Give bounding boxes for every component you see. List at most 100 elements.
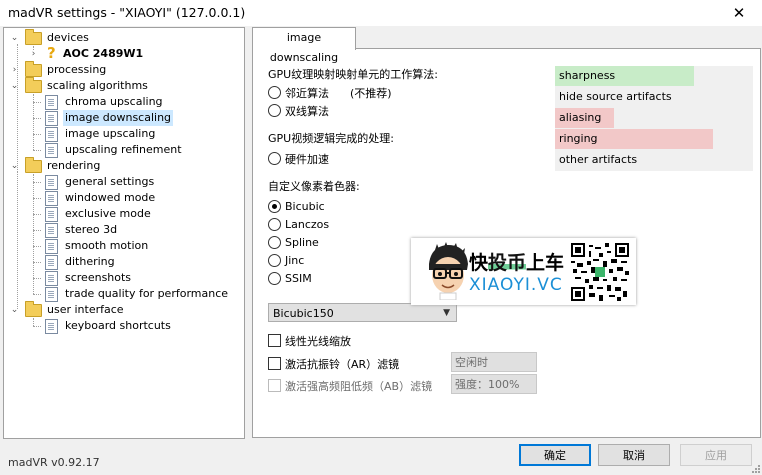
resize-grip-icon[interactable] [750, 463, 760, 473]
tree-label: exclusive mode [65, 207, 151, 220]
tree-item-windowed-mode[interactable]: windowed mode [4, 190, 240, 206]
tree-item-trade-quality[interactable]: trade quality for performance [4, 286, 240, 302]
tree-item-image-downscaling[interactable]: image downscaling [4, 110, 240, 126]
tree-item-upscaling-refinement[interactable]: upscaling refinement [4, 142, 240, 158]
jinc-radio[interactable] [268, 254, 281, 267]
tree-label: stereo 3d [65, 223, 118, 236]
tree-item-image-upscaling[interactable]: image upscaling [4, 126, 240, 142]
tree-label: windowed mode [65, 191, 156, 204]
tree-item-rendering[interactable]: ⌄ rendering [4, 157, 240, 174]
chevron-down-icon[interactable]: ⌄ [10, 158, 19, 174]
artifact-row-aliasing: aliasing [555, 108, 753, 128]
tree-label: general settings [65, 175, 155, 188]
qr-code-icon [571, 243, 629, 301]
page-icon [45, 111, 58, 126]
lanczos-radio[interactable] [268, 218, 281, 231]
shader-variant-select[interactable]: Bicubic150 ▼ [268, 303, 457, 322]
page-icon [45, 95, 58, 110]
bilinear-radio[interactable] [268, 104, 281, 117]
artifact-row-ringing: ringing [555, 129, 753, 149]
chevron-right-icon[interactable]: › [10, 62, 19, 78]
tree-label: rendering [47, 159, 101, 172]
tree-label: upscaling refinement [65, 143, 182, 156]
gpu-video-heading: GPU视频逻辑完成的处理: [268, 132, 394, 145]
shader-label-ssim[interactable]: SSIM [285, 272, 312, 285]
nearest-radio[interactable] [268, 86, 281, 99]
artifact-label: sharpness [559, 69, 616, 82]
hardware-accel-radio[interactable] [268, 152, 281, 165]
anti-bloating-strength-field[interactable]: 强度：100% [451, 374, 537, 394]
settings-tree[interactable]: ⌄ devices › ? AOC 2489W1 › processing ⌄ … [3, 27, 245, 439]
tree-label: scaling algorithms [47, 79, 148, 92]
tree-item-stereo-3d[interactable]: stereo 3d [4, 222, 240, 238]
artifacts-indicator: sharpness hide source artifacts aliasing… [555, 66, 753, 171]
apply-button[interactable]: 应用 [680, 444, 752, 466]
close-icon[interactable]: ✕ [716, 0, 762, 26]
cancel-button[interactable]: 取消 [598, 444, 670, 466]
hardware-accel-label[interactable]: 硬件加速 [285, 151, 329, 167]
chevron-down-icon: ▼ [443, 308, 450, 318]
chevron-right-icon[interactable]: › [29, 46, 38, 62]
artifact-row-sharpness: sharpness [555, 66, 753, 86]
anti-ringing-checkbox[interactable] [268, 357, 281, 370]
tree-label: AOC 2489W1 [63, 47, 144, 60]
tree-item-processing[interactable]: › processing [4, 61, 240, 78]
tree-item-chroma-upscaling[interactable]: chroma upscaling [4, 94, 240, 110]
watermark-logo: 快投币上车 XIAOYI.VC [411, 238, 636, 305]
tree-item-dithering[interactable]: dithering [4, 254, 240, 270]
chevron-down-icon[interactable]: ⌄ [10, 30, 19, 46]
ok-button[interactable]: 确定 [519, 444, 591, 466]
tree-label: smooth motion [65, 239, 149, 252]
spline-radio[interactable] [268, 236, 281, 249]
title-bar: madVR settings - "XIAOYI" (127.0.0.1) ✕ [0, 0, 762, 26]
artifact-label: other artifacts [559, 153, 638, 166]
version-label: madVR v0.92.17 [8, 456, 100, 469]
linear-light-checkbox[interactable] [268, 334, 281, 347]
custom-shader-heading: 自定义像素着色器: [268, 180, 360, 193]
ssim-radio[interactable] [268, 272, 281, 285]
nearest-label[interactable]: 邻近算法 [285, 85, 329, 101]
folder-icon [25, 77, 42, 93]
tree-item-scaling-algorithms[interactable]: ⌄ scaling algorithms [4, 77, 240, 94]
page-icon [45, 239, 58, 254]
tree-item-aoc-monitor[interactable]: › ? AOC 2489W1 [4, 45, 240, 62]
tree-item-user-interface[interactable]: ⌄ user interface [4, 301, 240, 318]
page-icon [45, 127, 58, 142]
anti-ringing-mode-field[interactable]: 空闲时 [451, 352, 537, 372]
page-icon [45, 319, 58, 334]
tree-label: trade quality for performance [65, 287, 229, 300]
shader-label-lanczos[interactable]: Lanczos [285, 218, 329, 231]
folder-icon [25, 61, 42, 77]
chevron-down-icon[interactable]: ⌄ [10, 78, 19, 94]
tree-label: processing [47, 63, 107, 76]
shader-variant-value: Bicubic150 [273, 307, 334, 320]
folder-icon [25, 157, 42, 173]
tree-item-keyboard-shortcuts[interactable]: keyboard shortcuts [4, 318, 240, 334]
tree-item-smooth-motion[interactable]: smooth motion [4, 238, 240, 254]
artifact-row-other: other artifacts [555, 150, 753, 170]
anti-ringing-label[interactable]: 激活抗振铃（AR）滤镜 [285, 356, 399, 372]
anti-bloating-checkbox[interactable] [268, 379, 281, 392]
page-icon [45, 191, 58, 206]
tree-label: image downscaling [63, 110, 174, 126]
page-icon [45, 143, 58, 158]
tree-label: dithering [65, 255, 115, 268]
page-icon [45, 175, 58, 190]
tree-item-screenshots[interactable]: screenshots [4, 270, 240, 286]
chevron-down-icon[interactable]: ⌄ [10, 302, 19, 318]
window-title: madVR settings - "XIAOYI" (127.0.0.1) [8, 5, 246, 20]
watermark-chinese: 快投币上车 [469, 252, 565, 274]
shader-label-jinc[interactable]: Jinc [285, 254, 304, 267]
linear-light-label[interactable]: 线性光线缩放 [285, 333, 351, 349]
tree-label: keyboard shortcuts [65, 319, 171, 332]
tab-image-downscaling[interactable]: image downscaling [252, 27, 356, 64]
bilinear-label[interactable]: 双线算法 [285, 103, 329, 119]
shader-label-spline[interactable]: Spline [285, 236, 319, 249]
tree-item-exclusive-mode[interactable]: exclusive mode [4, 206, 240, 222]
bicubic-radio[interactable] [268, 200, 281, 213]
tree-item-general-settings[interactable]: general settings [4, 174, 240, 190]
shader-label-bicubic[interactable]: Bicubic [285, 200, 325, 213]
artifact-label: aliasing [559, 111, 602, 124]
tree-label: screenshots [65, 271, 132, 284]
tree-item-devices[interactable]: ⌄ devices [4, 29, 240, 46]
